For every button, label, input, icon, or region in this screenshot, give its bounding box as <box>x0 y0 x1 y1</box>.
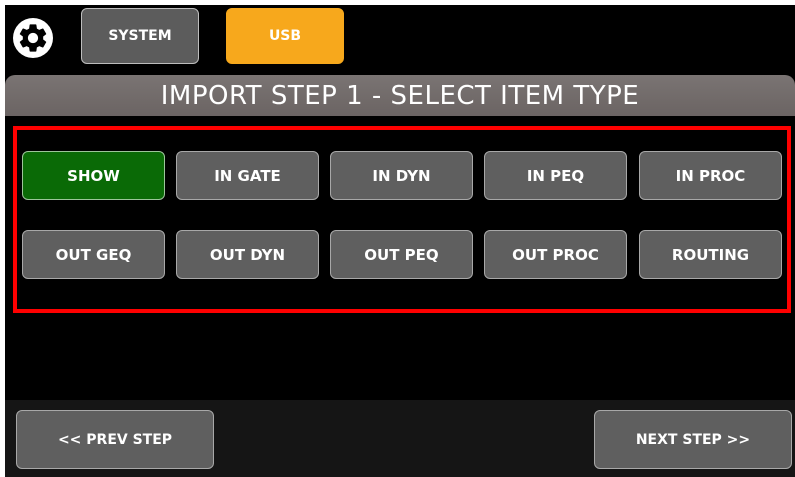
item-type-in-gate-button[interactable]: IN GATE <box>176 151 319 200</box>
item-type-label: IN PEQ <box>526 166 585 185</box>
item-type-label: IN DYN <box>372 166 431 185</box>
tab-system-label: SYSTEM <box>108 28 172 44</box>
tab-system[interactable]: SYSTEM <box>81 8 199 64</box>
app-screen: SYSTEM USB IMPORT STEP 1 - SELECT ITEM T… <box>5 5 795 477</box>
item-type-in-dyn-button[interactable]: IN DYN <box>330 151 473 200</box>
item-type-label: OUT DYN <box>209 245 286 264</box>
item-type-in-peq-button[interactable]: IN PEQ <box>484 151 627 200</box>
tab-usb[interactable]: USB <box>226 8 344 64</box>
page-title: IMPORT STEP 1 - SELECT ITEM TYPE <box>160 80 640 111</box>
next-step-button[interactable]: NEXT STEP >> <box>594 410 792 469</box>
settings-button[interactable] <box>13 18 53 58</box>
item-type-label: IN GATE <box>214 166 281 185</box>
item-type-label: SHOW <box>67 166 120 185</box>
item-type-out-proc-button[interactable]: OUT PROC <box>484 230 627 279</box>
item-type-routing-button[interactable]: ROUTING <box>639 230 782 279</box>
item-type-label: IN PROC <box>675 166 746 185</box>
gear-icon <box>19 24 47 52</box>
prev-step-label: << PREV STEP <box>57 431 173 448</box>
item-type-out-dyn-button[interactable]: OUT DYN <box>176 230 319 279</box>
tab-usb-label: USB <box>268 28 302 44</box>
prev-step-button[interactable]: << PREV STEP <box>16 410 214 469</box>
item-type-label: OUT PEQ <box>364 245 439 264</box>
next-step-label: NEXT STEP >> <box>635 431 751 448</box>
item-type-label: OUT PROC <box>512 245 599 264</box>
item-type-out-geq-button[interactable]: OUT GEQ <box>22 230 165 279</box>
item-type-in-proc-button[interactable]: IN PROC <box>639 151 782 200</box>
item-type-label: ROUTING <box>671 245 750 264</box>
item-type-show-button[interactable]: SHOW <box>22 151 165 200</box>
item-type-out-peq-button[interactable]: OUT PEQ <box>330 230 473 279</box>
item-type-label: OUT GEQ <box>55 245 132 264</box>
step-title-banner: IMPORT STEP 1 - SELECT ITEM TYPE <box>5 75 795 116</box>
